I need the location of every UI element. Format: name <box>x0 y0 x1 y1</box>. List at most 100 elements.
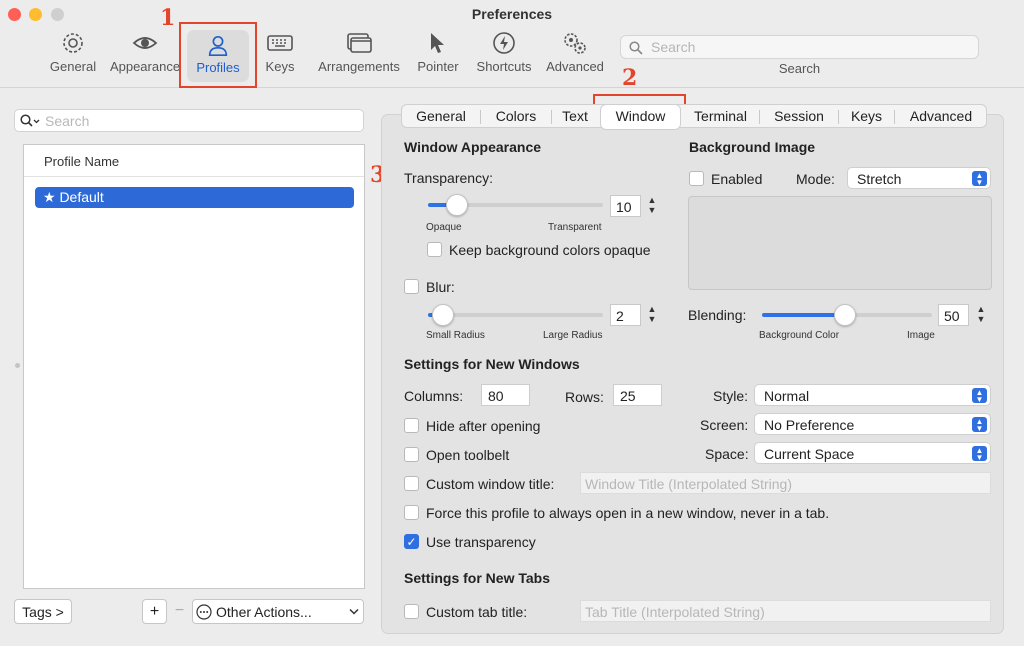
tab-keys[interactable]: Keys <box>839 105 894 129</box>
eye-icon <box>132 37 158 49</box>
toolbar-label: Advanced <box>546 59 604 74</box>
remove-profile-button[interactable]: − <box>167 599 192 624</box>
space-value: Current Space <box>764 446 855 462</box>
tab-window[interactable]: Window <box>601 105 680 129</box>
search-placeholder: Search <box>45 113 90 129</box>
toolbar-search-label: Search <box>778 61 821 76</box>
toolbar-label: Pointer <box>417 59 459 74</box>
popup-arrows-icon: ▲ ▼ <box>972 388 987 404</box>
toolbar-keys[interactable]: Keys <box>257 30 303 82</box>
ellipsis-circle-icon <box>196 604 212 620</box>
screen-label: Screen: <box>700 417 749 433</box>
tab-colors[interactable]: Colors <box>481 105 551 129</box>
toolbar-advanced[interactable]: Advanced <box>544 30 606 82</box>
splitter-handle[interactable] <box>15 363 20 368</box>
background-enabled-checkbox[interactable] <box>689 171 704 186</box>
hide-after-opening-checkbox[interactable] <box>404 418 419 433</box>
force-new-window-checkbox[interactable] <box>404 505 419 520</box>
transparency-value-field[interactable]: 10 <box>610 195 641 217</box>
annotation-number-2: 2 <box>622 65 638 91</box>
rows-label: Rows: <box>565 389 604 405</box>
blending-max-label: Image <box>907 330 935 341</box>
custom-window-title-checkbox[interactable] <box>404 476 419 491</box>
transparency-label: Transparency: <box>404 170 493 186</box>
toolbar-label: Keys <box>265 59 295 74</box>
style-popup[interactable]: Normal ▲ ▼ <box>754 384 991 406</box>
tab-title-field[interactable]: Tab Title (Interpolated String) <box>580 600 991 622</box>
keyboard-icon <box>267 35 293 51</box>
search-dropdown-icon <box>20 114 40 127</box>
transparency-stepper[interactable]: ▲ ▼ <box>645 195 659 217</box>
tab-general[interactable]: General <box>402 105 480 129</box>
mode-popup[interactable]: Stretch ▲ ▼ <box>847 167 991 189</box>
blur-min-label: Small Radius <box>426 330 485 341</box>
hide-after-opening-label: Hide after opening <box>426 418 541 434</box>
toolbar-search-input[interactable]: Search <box>620 35 979 59</box>
toolbar-pointer[interactable]: Pointer <box>414 30 462 82</box>
background-image-well[interactable] <box>688 196 992 290</box>
blur-label: Blur: <box>426 279 455 295</box>
profile-list-header[interactable]: Profile Name <box>24 145 364 177</box>
search-placeholder: Search <box>651 39 696 55</box>
blending-stepper[interactable]: ▲ ▼ <box>974 304 988 326</box>
use-transparency-label: Use transparency <box>426 534 536 550</box>
transparency-min-label: Opaque <box>426 222 462 233</box>
mode-value: Stretch <box>857 171 902 187</box>
use-transparency-checkbox[interactable]: ✓ <box>404 534 419 549</box>
blur-checkbox[interactable] <box>404 279 419 294</box>
gears-icon <box>564 33 586 54</box>
rows-field[interactable]: 25 <box>613 384 662 406</box>
custom-tab-title-label: Custom tab title: <box>426 604 528 620</box>
profile-search-input[interactable]: Search <box>14 109 364 132</box>
toolbar-label: General <box>49 59 97 74</box>
blending-value-field[interactable]: 50 <box>938 304 969 326</box>
columns-field[interactable]: 80 <box>481 384 530 406</box>
tab-session[interactable]: Session <box>760 105 838 129</box>
open-toolbelt-label: Open toolbelt <box>426 447 510 463</box>
lightning-icon <box>493 32 515 54</box>
profile-tab-bar: General Colors Text Window Terminal Sess… <box>401 104 987 129</box>
search-icon <box>629 41 643 55</box>
gear-icon <box>63 33 83 53</box>
toolbar-appearance[interactable]: Appearance <box>109 30 181 82</box>
new-tabs-heading: Settings for New Tabs <box>404 570 550 586</box>
blur-value-field[interactable]: 2 <box>610 304 641 326</box>
window-title: Preferences <box>471 6 553 22</box>
space-popup[interactable]: Current Space ▲ ▼ <box>754 442 991 464</box>
toolbar-shortcuts[interactable]: Shortcuts <box>472 30 536 82</box>
pointer-icon <box>431 33 444 53</box>
toolbar-label: Shortcuts <box>476 59 532 74</box>
other-actions-label: Other Actions... <box>216 604 312 620</box>
blur-slider-knob[interactable] <box>432 304 454 326</box>
window-title-field[interactable]: Window Title (Interpolated String) <box>580 472 991 494</box>
toolbar-arrangements[interactable]: Arrangements <box>314 30 404 82</box>
chevron-down-icon <box>349 608 359 615</box>
profile-row-default[interactable]: ★ Default <box>35 187 354 208</box>
open-toolbelt-checkbox[interactable] <box>404 447 419 462</box>
other-actions-menu[interactable]: Other Actions... <box>192 599 364 624</box>
custom-tab-title-checkbox[interactable] <box>404 604 419 619</box>
screen-popup[interactable]: No Preference ▲ ▼ <box>754 413 991 435</box>
tab-text[interactable]: Text <box>552 105 598 129</box>
blending-label: Blending: <box>688 307 747 323</box>
screen-value: No Preference <box>764 417 855 433</box>
tags-button[interactable]: Tags > <box>14 599 72 624</box>
keep-bg-opaque-checkbox[interactable] <box>427 242 442 257</box>
style-value: Normal <box>764 388 810 404</box>
window-appearance-heading: Window Appearance <box>404 139 542 155</box>
transparency-slider-knob[interactable] <box>446 194 468 216</box>
profile-settings-panel <box>381 114 1004 634</box>
toolbar-general[interactable]: General <box>45 30 101 82</box>
transparency-max-label: Transparent <box>548 222 602 233</box>
windows-icon <box>347 33 372 53</box>
blending-slider-knob[interactable] <box>834 304 856 326</box>
annotation-number-1: 1 <box>160 5 176 31</box>
mode-label: Mode: <box>796 171 835 187</box>
tab-terminal[interactable]: Terminal <box>683 105 758 129</box>
background-enabled-label: Enabled <box>711 171 763 187</box>
blur-stepper[interactable]: ▲ ▼ <box>645 304 659 326</box>
add-profile-button[interactable]: + <box>142 599 167 624</box>
blur-slider-track[interactable] <box>428 313 603 317</box>
tab-advanced[interactable]: Advanced <box>895 105 987 129</box>
toolbar-label: Arrangements <box>318 59 400 74</box>
